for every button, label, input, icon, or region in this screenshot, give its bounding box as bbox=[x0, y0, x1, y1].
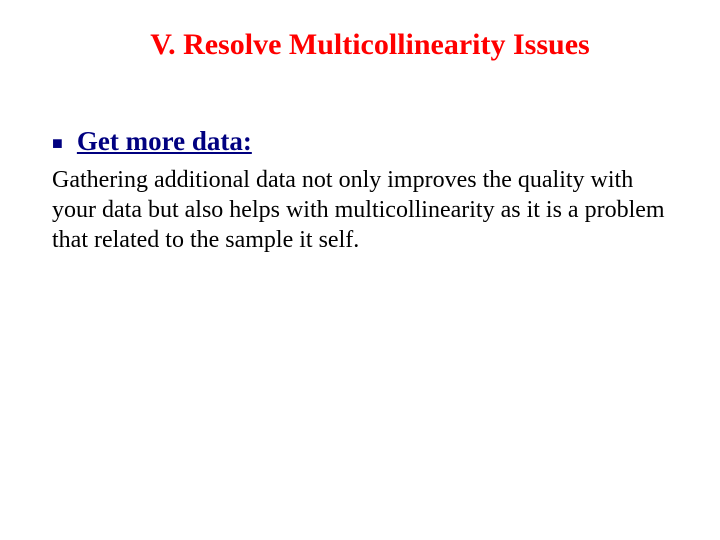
bullet-marker-icon: ■ bbox=[52, 134, 63, 152]
bullet-body-text: Gathering additional data not only impro… bbox=[52, 165, 668, 255]
bullet-heading: Get more data: bbox=[77, 126, 252, 157]
slide-container: V. Resolve Multicollinearity Issues ■ Ge… bbox=[0, 0, 720, 540]
bullet-item: ■ Get more data: bbox=[52, 126, 668, 157]
slide-title: V. Resolve Multicollinearity Issues bbox=[52, 28, 668, 62]
